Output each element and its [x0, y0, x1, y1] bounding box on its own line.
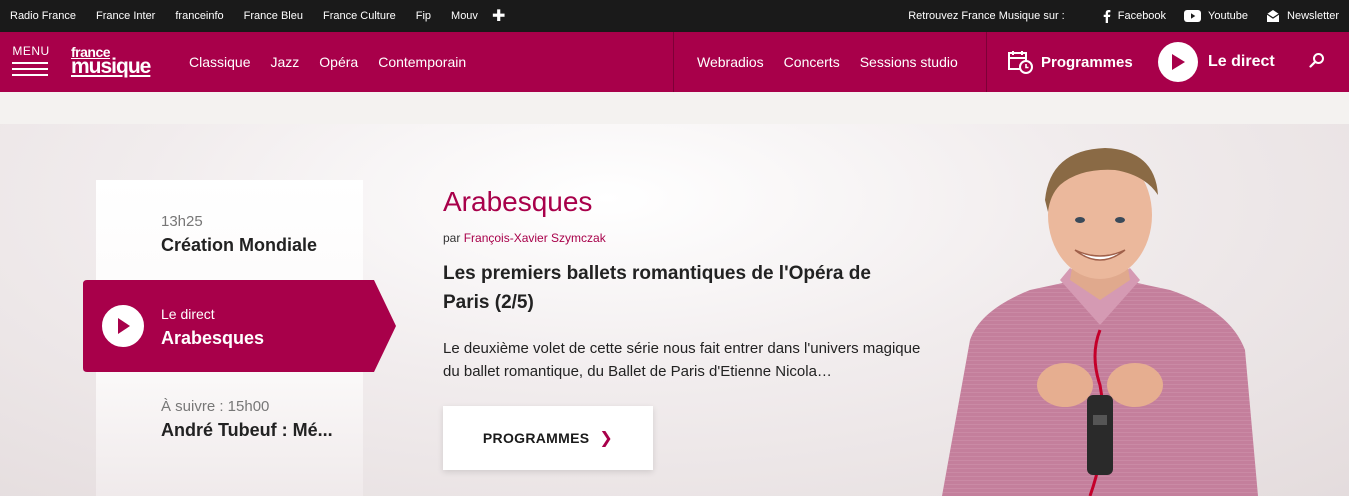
schedule-previous-time: 13h25: [161, 213, 203, 230]
episode-description: Le deuxième volet de cette série nous fa…: [443, 340, 921, 380]
social-label: Retrouvez France Musique sur :: [908, 10, 1065, 22]
programmes-cta-button[interactable]: PROGRAMMES ❯: [443, 406, 653, 470]
hamburger-icon: [12, 62, 50, 76]
network-links: Radio France France Inter franceinfo Fra…: [0, 0, 505, 32]
facebook-label: Facebook: [1117, 10, 1167, 22]
newsletter-icon: [1266, 10, 1280, 22]
nav-link-concerts[interactable]: Concerts: [784, 54, 840, 70]
nav-link-jazz[interactable]: Jazz: [270, 54, 299, 70]
live-text: Le direct Arabesques: [161, 306, 264, 349]
network-link-mouv[interactable]: Mouv: [451, 10, 478, 22]
play-icon: [1158, 42, 1198, 82]
host-link[interactable]: François-Xavier Szymczak: [464, 231, 606, 245]
secondary-nav: Webradios Concerts Sessions studio: [687, 32, 968, 92]
plus-icon[interactable]: ✚: [492, 6, 505, 26]
newsletter-label: Newsletter: [1287, 10, 1339, 22]
schedule-next-title: André Tubeuf : Mé...: [161, 420, 333, 440]
network-bar: Radio France France Inter franceinfo Fra…: [0, 0, 1349, 32]
schedule-next[interactable]: À suivre : 15h00 André Tubeuf : Mé...: [161, 398, 333, 441]
play-icon[interactable]: [102, 305, 144, 347]
nav-divider: [986, 32, 987, 92]
calendar-clock-icon: [1008, 51, 1033, 74]
facebook-link[interactable]: Facebook: [1103, 9, 1167, 23]
youtube-label: Youtube: [1208, 10, 1249, 22]
host-portrait: [942, 148, 1258, 496]
youtube-icon: [1184, 10, 1202, 22]
menu-button[interactable]: MENU: [12, 44, 50, 76]
show-title[interactable]: Arabesques: [443, 186, 933, 218]
live-status-label: Le direct: [161, 306, 215, 322]
schedule-previous[interactable]: 13h25 Création Mondiale: [161, 213, 317, 256]
network-link-france-culture[interactable]: France Culture: [323, 10, 396, 22]
menu-label: MENU: [12, 44, 50, 58]
main-nav: MENU france musique Classique Jazz Opéra…: [0, 32, 1349, 92]
programmes-button[interactable]: Programmes: [1008, 32, 1133, 92]
spacer-strip: [0, 92, 1349, 124]
network-link-france-bleu[interactable]: France Bleu: [244, 10, 303, 22]
france-musique-logo[interactable]: france musique: [71, 45, 151, 78]
episode-title[interactable]: Les premiers ballets romantiques de l'Op…: [443, 259, 913, 317]
nav-divider: [673, 32, 674, 92]
nav-link-classique[interactable]: Classique: [189, 54, 250, 70]
show-byline: par François-Xavier Szymczak: [443, 231, 933, 245]
live-show-title: Arabesques: [161, 328, 265, 348]
network-link-fip[interactable]: Fip: [416, 10, 431, 22]
show-details: Arabesques par François-Xavier Szymczak …: [443, 186, 933, 383]
facebook-icon: [1103, 9, 1111, 23]
nav-link-opera[interactable]: Opéra: [319, 54, 358, 70]
schedule-previous-title: Création Mondiale: [161, 235, 318, 255]
logo-text-bottom: musique: [71, 55, 151, 78]
schedule-next-time: À suivre : 15h00: [161, 398, 270, 415]
live-button[interactable]: Le direct: [1158, 41, 1275, 83]
nav-link-sessions-studio[interactable]: Sessions studio: [860, 54, 958, 70]
byline-prefix: par: [443, 231, 461, 245]
live-label: Le direct: [1208, 53, 1275, 70]
genre-nav: Classique Jazz Opéra Contemporain: [179, 32, 476, 92]
schedule-current-live[interactable]: Le direct Arabesques: [83, 280, 396, 372]
programmes-cta-label: PROGRAMMES: [482, 430, 590, 446]
nav-link-webradios[interactable]: Webradios: [697, 54, 764, 70]
chevron-right-icon: ❯: [599, 430, 614, 447]
nav-link-contemporain[interactable]: Contemporain: [378, 54, 466, 70]
network-link-france-inter[interactable]: France Inter: [96, 10, 155, 22]
network-link-franceinfo[interactable]: franceinfo: [175, 10, 223, 22]
social-links: Retrouvez France Musique sur : Facebook …: [908, 0, 1339, 32]
network-link-radio-france[interactable]: Radio France: [10, 10, 76, 22]
newsletter-link[interactable]: Newsletter: [1266, 10, 1339, 22]
youtube-link[interactable]: Youtube: [1184, 10, 1248, 22]
programmes-label: Programmes: [1041, 53, 1133, 71]
search-icon[interactable]: [1309, 52, 1325, 73]
